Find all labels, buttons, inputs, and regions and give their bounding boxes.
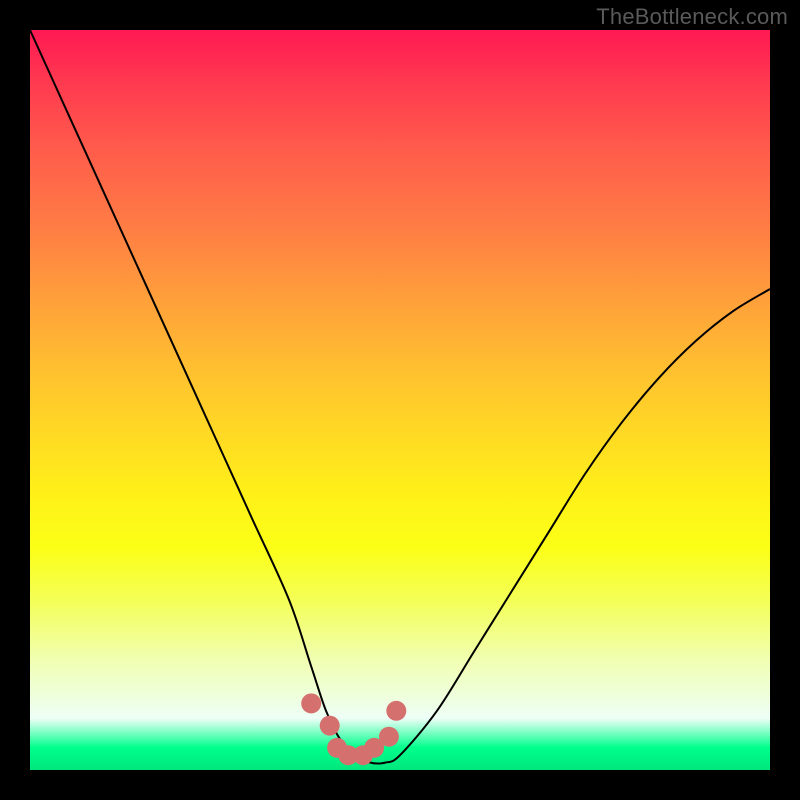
marker-dot xyxy=(379,727,399,747)
marker-dot xyxy=(320,716,340,736)
watermark-text: TheBottleneck.com xyxy=(596,4,788,30)
bottleneck-curve xyxy=(30,30,770,764)
marker-dot xyxy=(386,701,406,721)
plot-svg xyxy=(30,30,770,770)
plot-area xyxy=(30,30,770,770)
chart-frame: TheBottleneck.com xyxy=(0,0,800,800)
bottom-marker-dots xyxy=(301,693,406,765)
marker-dot xyxy=(301,693,321,713)
